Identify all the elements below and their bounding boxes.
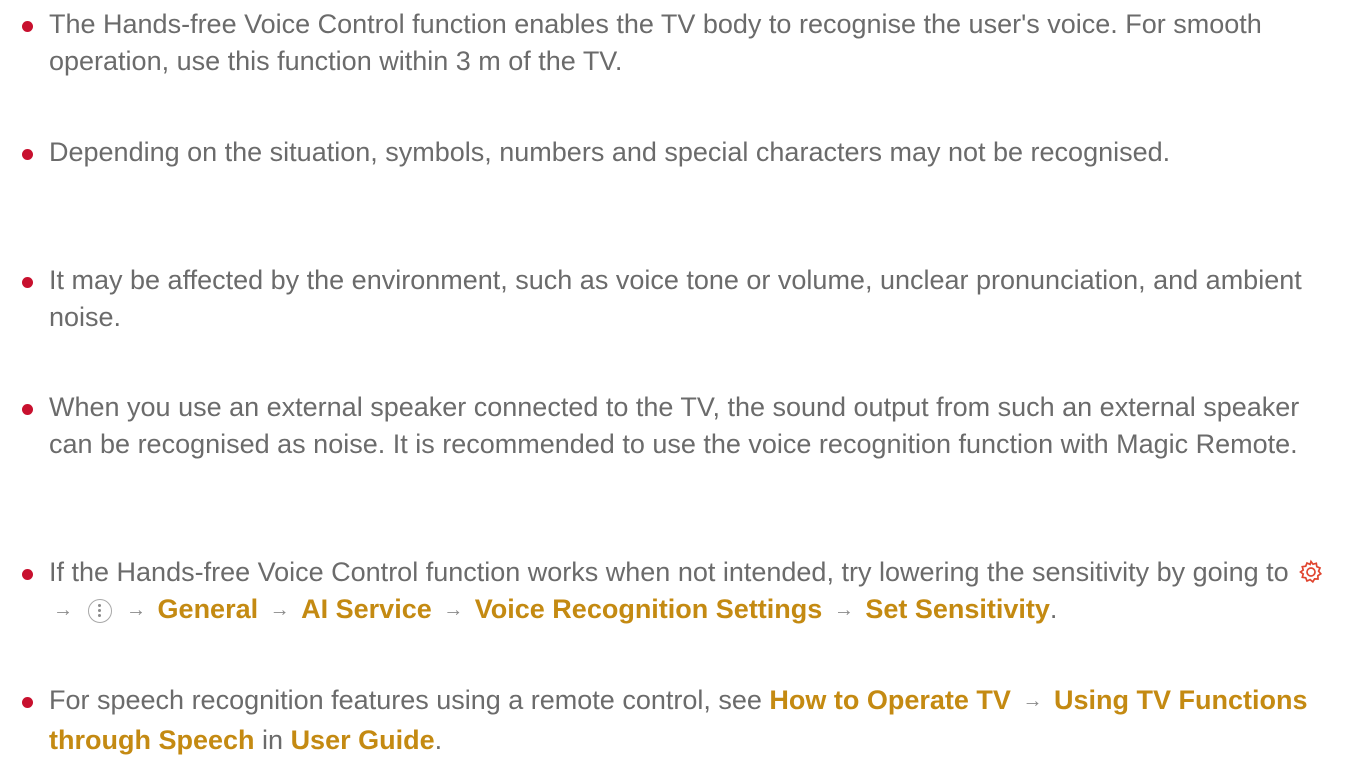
item-text-end: . <box>434 725 443 755</box>
item-text: When you use an external speaker connect… <box>49 392 1300 459</box>
item-text: It may be affected by the environment, s… <box>49 265 1302 332</box>
gear-icon <box>1299 559 1323 584</box>
item-text-mid: in <box>262 725 284 755</box>
list-item: For speech recognition features using a … <box>0 682 1348 759</box>
arrow-icon: → <box>443 599 464 621</box>
arrow-icon: → <box>53 599 73 621</box>
menu-path-set-sensitivity: Set Sensitivity <box>865 594 1050 624</box>
item-text: Depending on the situation, symbols, num… <box>49 137 1171 167</box>
arrow-icon: → <box>269 599 290 621</box>
bullet-dot <box>22 21 33 32</box>
arrow-icon: → <box>1022 690 1043 712</box>
item-text: If the Hands-free Voice Control function… <box>49 557 1289 587</box>
arrow-icon: → <box>833 599 854 621</box>
menu-path-voice-recognition-settings: Voice Recognition Settings <box>474 594 823 624</box>
menu-path-general: General <box>157 594 259 624</box>
list-item: It may be affected by the environment, s… <box>0 262 1348 336</box>
bullet-dot <box>22 697 33 708</box>
item-text-end: . <box>1049 594 1058 624</box>
item-text: The Hands-free Voice Control function en… <box>49 9 1262 76</box>
bullet-dot <box>22 404 33 415</box>
arrow-icon: → <box>126 599 147 621</box>
item-text: For speech recognition features using a … <box>49 685 762 715</box>
bullet-dot <box>22 569 33 580</box>
list-item: Depending on the situation, symbols, num… <box>0 134 1190 171</box>
bullet-dot <box>22 277 33 288</box>
menu-path-ai-service: AI Service <box>301 594 432 624</box>
bullet-dot <box>22 149 33 160</box>
link-user-guide[interactable]: User Guide <box>291 725 435 755</box>
link-how-to-operate-tv[interactable]: How to Operate TV <box>769 685 1011 715</box>
list-item: If the Hands-free Voice Control function… <box>0 554 1348 631</box>
more-vertical-icon <box>87 599 112 623</box>
list-item: The Hands-free Voice Control function en… <box>0 6 1348 80</box>
list-item: When you use an external speaker connect… <box>0 389 1348 463</box>
